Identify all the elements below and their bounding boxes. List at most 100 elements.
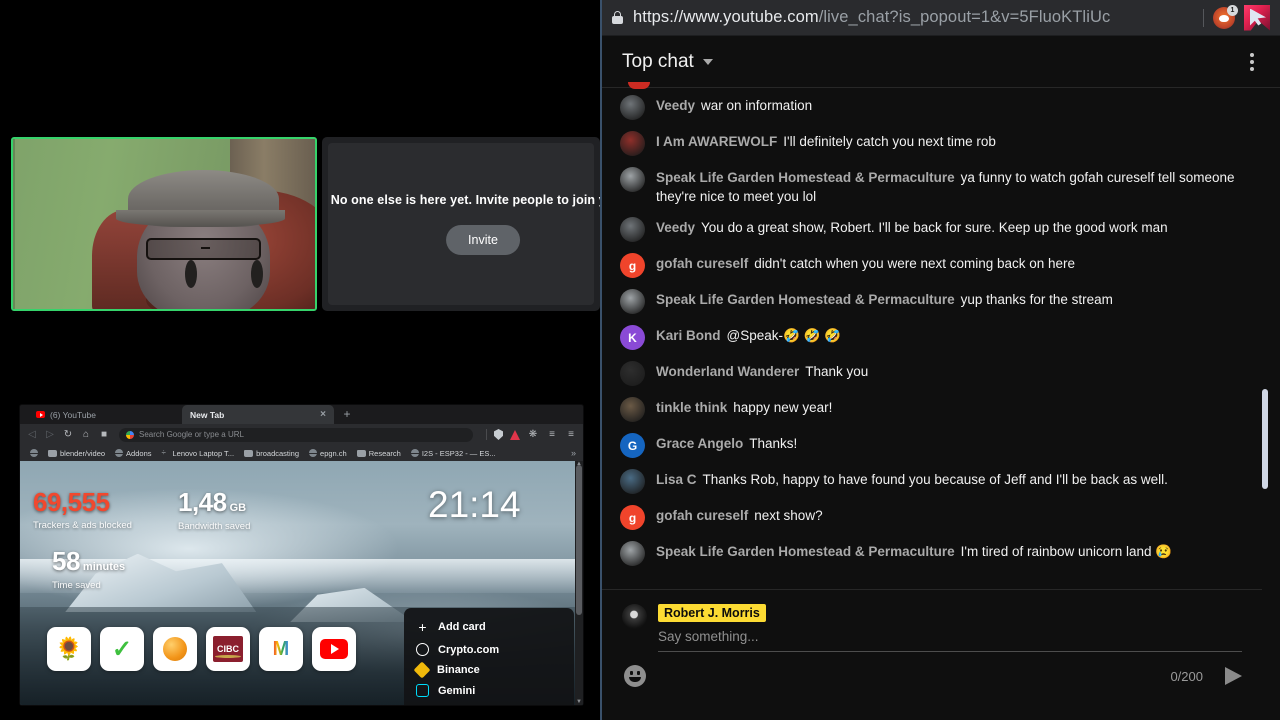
avatar[interactable]: g (620, 505, 645, 531)
chat-message-author[interactable]: Speak Life Garden Homestead & Permacultu… (656, 544, 955, 559)
cibc-icon: CIBC (213, 636, 243, 662)
chat-message-author[interactable]: Kari Bond (656, 328, 721, 343)
bookmark-label: Lenovo Laptop T... (172, 448, 235, 458)
chat-message-row[interactable]: I Am AWAREWOLF I'll definitely catch you … (616, 125, 1248, 161)
bookmark-item[interactable]: ÷ Lenovo Laptop T... (156, 449, 239, 458)
chat-message-scroll[interactable]: Veedy war on information I Am AWAREWOLF I'l… (602, 89, 1262, 581)
chat-message-author[interactable]: Speak Life Garden Homestead & Permacultu… (656, 292, 955, 307)
chat-message-author[interactable]: tinkle think (656, 400, 727, 415)
crypto-com-item[interactable]: Crypto.com (404, 639, 574, 660)
bookmark-item[interactable]: I2S - ESP32 - — ES... (406, 449, 501, 458)
avatar[interactable] (620, 289, 645, 315)
bookmark-item[interactable]: Addons (110, 449, 156, 458)
emoji-smiley-icon[interactable] (624, 665, 646, 687)
chat-scrollbar[interactable] (1262, 89, 1268, 581)
avatar[interactable] (620, 217, 645, 243)
chat-message-body: Thanks Rob, happy to have found you beca… (702, 472, 1168, 488)
avatar[interactable]: g (620, 253, 645, 279)
chat-message-author[interactable]: Veedy (656, 220, 695, 235)
forward-arrow-icon[interactable]: ▷ (44, 429, 56, 441)
avatar[interactable] (620, 469, 645, 495)
chat-message-author[interactable]: Grace Angelo (656, 436, 743, 451)
scrollbar-thumb[interactable] (1262, 389, 1268, 489)
brave-shield-icon[interactable] (494, 429, 503, 440)
chat-message-row[interactable]: K Kari Bond @Speak-🤣 🤣 🤣 (616, 319, 1248, 355)
chat-message-row[interactable]: Speak Life Garden Homestead & Permacultu… (616, 283, 1248, 319)
crypto-item-label: Crypto.com (438, 643, 500, 656)
avatar[interactable] (620, 541, 645, 567)
curl-shortcut[interactable]: 🌻 (47, 627, 91, 671)
bookmarks-overflow-button[interactable]: » (571, 448, 578, 458)
scrollbar-thumb[interactable] (576, 465, 582, 615)
home-icon[interactable]: ⌂ (80, 429, 92, 441)
top-chat-dropdown[interactable]: Top chat (622, 51, 713, 73)
hamburger-menu-icon[interactable]: ≡ (565, 429, 577, 441)
webcam-person-glasses (145, 237, 261, 260)
chat-message-row[interactable]: Veedy war on information (616, 89, 1248, 125)
close-icon[interactable]: × (320, 409, 326, 420)
new-tab-button[interactable]: + (340, 408, 354, 422)
chat-message-row[interactable]: Speak Life Garden Homestead & Permacultu… (616, 535, 1248, 571)
scroll-down-arrow-icon[interactable]: ▼ (576, 699, 582, 705)
avatar[interactable] (620, 167, 645, 192)
chat-message-author[interactable]: gofah cureself (656, 508, 748, 523)
bookmark-item[interactable]: blender/video (43, 449, 110, 458)
omnibox-input[interactable]: Search Google or type a URL (119, 427, 473, 442)
chat-input-column: Robert J. Morris Say something... (658, 604, 1242, 652)
reading-list-icon[interactable]: ≡ (546, 429, 558, 441)
cibc-shortcut[interactable]: CIBC (206, 627, 250, 671)
chat-message-row[interactable]: g gofah cureself next show? (616, 499, 1248, 535)
chat-message-input[interactable]: Say something... (658, 629, 1242, 652)
chat-message-row[interactable]: Speak Life Garden Homestead & Permacultu… (616, 161, 1248, 211)
send-arrow-icon[interactable] (1225, 667, 1242, 685)
bookmark-label: blender/video (60, 448, 106, 458)
chat-message-author[interactable]: Wonderland Wanderer (656, 364, 799, 379)
chat-message-row[interactable]: Wonderland Wanderer Thank you (616, 355, 1248, 391)
reload-icon[interactable]: ↻ (62, 429, 74, 441)
bookmark-icon[interactable]: ■ (98, 429, 110, 441)
bookmark-item[interactable]: epgn.ch (304, 449, 352, 458)
chat-message-author[interactable]: Speak Life Garden Homestead & Permacultu… (656, 170, 955, 185)
chat-message-author[interactable]: gofah cureself (656, 256, 748, 271)
avatar[interactable]: K (620, 325, 645, 351)
checkmark-shortcut[interactable]: ✓ (100, 627, 144, 671)
chat-message-author[interactable]: I Am AWAREWOLF (656, 134, 777, 149)
brave-lion-icon[interactable]: 1 (1213, 4, 1238, 29)
chat-message-author[interactable]: Lisa C (656, 472, 697, 487)
chat-message-row[interactable]: Veedy You do a great show, Robert. I'll b… (616, 211, 1248, 247)
chat-message-row[interactable]: g gofah cureself didn't catch when you wer… (616, 247, 1248, 283)
browser-tab-youtube[interactable]: (6) YouTube (28, 405, 178, 424)
browser-tab-newtab[interactable]: New Tab × (182, 405, 334, 424)
chat-message-row[interactable]: G Grace Angelo Thanks! (616, 427, 1248, 463)
brave-triangle-icon[interactable] (510, 429, 520, 440)
orange-shortcut[interactable] (153, 627, 197, 671)
gemini-item[interactable]: Gemini (404, 680, 574, 701)
browser-content-scrollbar[interactable]: ▲ ▼ (575, 461, 583, 705)
youtube-shortcut[interactable] (312, 627, 356, 671)
avatar[interactable] (620, 361, 645, 387)
binance-item[interactable]: Binance (404, 660, 574, 680)
add-card-button[interactable]: + Add card (404, 615, 574, 639)
back-arrow-icon[interactable]: ◁ (26, 429, 38, 441)
avatar[interactable]: G (620, 433, 645, 459)
bookmark-item[interactable]: broadcasting (239, 449, 304, 458)
puzzle-icon[interactable]: ❋ (527, 429, 539, 441)
avatar[interactable] (620, 95, 645, 120)
chat-message-row[interactable]: tinkle think happy new year! (616, 391, 1248, 427)
kebab-menu-icon[interactable] (1244, 47, 1260, 77)
chat-message-row[interactable]: Lisa C Thanks Rob, happy to have found yo… (616, 463, 1248, 499)
bookmark-item[interactable] (25, 449, 43, 457)
gmail-shortcut[interactable]: M (259, 627, 303, 671)
popout-url-bar[interactable]: https://www.youtube.com/live_chat?is_pop… (602, 0, 1280, 36)
bookmark-item[interactable]: Research (352, 449, 406, 458)
invite-button[interactable]: Invite (446, 225, 520, 255)
avatar[interactable] (620, 131, 645, 156)
stat-value: 1,48 (178, 487, 227, 517)
brave-badge: 1 (1227, 4, 1238, 16)
stat-time-saved: 58 minutes Time saved (52, 548, 125, 591)
avatar[interactable] (620, 397, 645, 423)
webcam-tile[interactable] (11, 137, 317, 311)
dash-icon: ÷ (161, 448, 166, 457)
chat-message-author[interactable]: Veedy (656, 98, 695, 113)
meeting-empty-message: No one else is here yet. Invite people t… (330, 193, 600, 207)
